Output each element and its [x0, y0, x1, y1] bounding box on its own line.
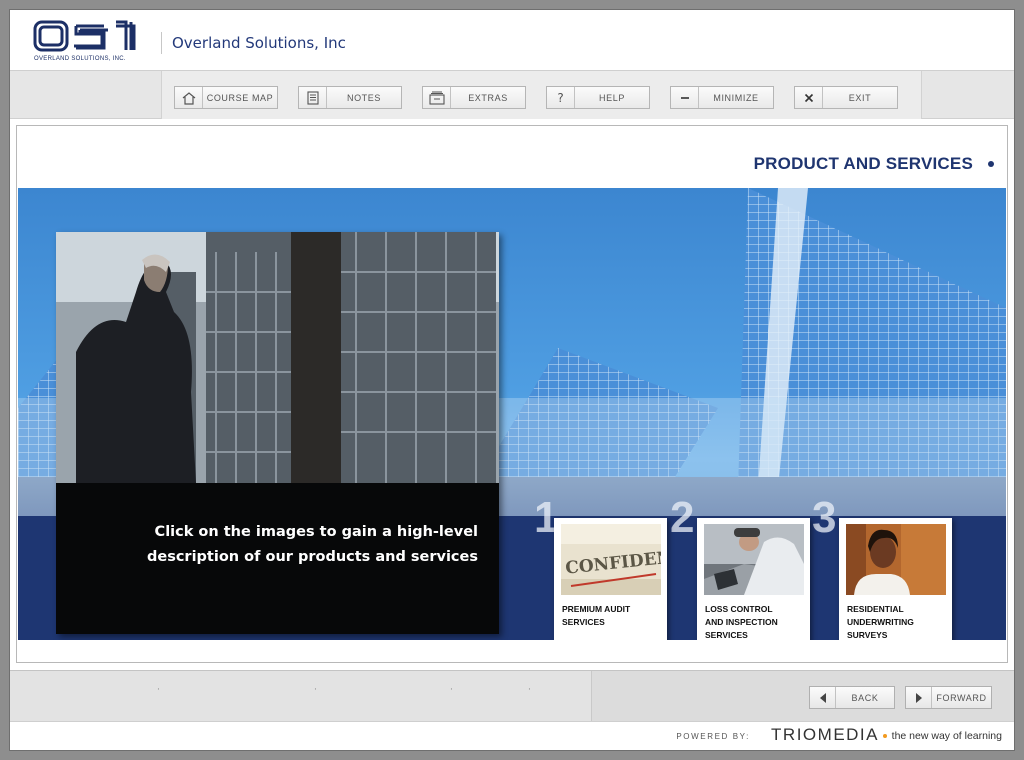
residential-underwriting-card[interactable]: RESIDENTIAL UNDERWRITING SURVEYS: [839, 518, 952, 640]
header: OVERLAND SOLUTIONS, INC. Overland Soluti…: [10, 10, 1014, 71]
card-1-line-2: SERVICES: [562, 617, 605, 627]
triomedia-logo: TRIOMEDIA: [771, 725, 879, 744]
inspector-image: [704, 524, 804, 595]
content-panel: PRODUCT AND SERVICES Click on the images…: [16, 125, 1008, 663]
extras-label: EXTRAS: [468, 92, 508, 103]
help-button[interactable]: ? HELP: [546, 86, 650, 109]
card-3-line-3: SURVEYS: [847, 630, 888, 640]
footer-progress-area: · · · ·: [10, 671, 592, 722]
progress-marker: ·: [450, 685, 453, 695]
card-3-line-2: UNDERWRITING: [847, 617, 914, 627]
skyline-banner: Click on the images to gain a high-level…: [18, 188, 1006, 640]
close-icon: [795, 87, 823, 108]
footer-nav: · · · · BACK FORWARD: [10, 670, 1014, 722]
document-icon: [299, 87, 327, 108]
arrow-left-icon: [810, 687, 836, 708]
arrow-right-icon: [906, 687, 932, 708]
residential-underwriting-label: RESIDENTIAL UNDERWRITING SURVEYS: [847, 603, 947, 640]
powered-by-label: POWERED BY:: [676, 732, 750, 741]
back-label: BACK: [851, 692, 879, 703]
page-title: PRODUCT AND SERVICES: [753, 154, 973, 173]
back-button[interactable]: BACK: [809, 686, 895, 709]
card-number-2: 2: [670, 493, 695, 542]
card-2-line-3: SERVICES: [705, 630, 748, 640]
intro-panel: Click on the images to gain a high-level…: [56, 232, 499, 634]
tagline: the new way of learning: [891, 730, 1002, 742]
help-label: HELP: [599, 92, 625, 103]
progress-marker: ·: [314, 685, 317, 695]
card-2-line-1: LOSS CONTROL: [705, 604, 773, 614]
card-2-line-2: AND INSPECTION: [705, 617, 778, 627]
exit-button[interactable]: EXIT: [794, 86, 898, 109]
app-window: OVERLAND SOLUTIONS, INC. Overland Soluti…: [9, 9, 1015, 751]
drawer-icon: [423, 87, 451, 108]
forward-label: FORWARD: [936, 692, 987, 703]
forward-button[interactable]: FORWARD: [905, 686, 992, 709]
card-number-3: 3: [812, 493, 837, 542]
woman-portrait-image: [846, 524, 946, 595]
loss-control-card[interactable]: LOSS CONTROL AND INSPECTION SERVICES: [697, 518, 810, 640]
exit-label: EXIT: [848, 92, 872, 103]
course-map-label: COURSE MAP: [206, 92, 274, 103]
intro-line-1: Click on the images to gain a high-level: [154, 524, 478, 540]
question-icon: ?: [547, 87, 575, 108]
header-divider: [161, 32, 162, 54]
minus-icon: [671, 87, 699, 108]
progress-marker: ·: [528, 685, 531, 695]
notes-label: NOTES: [346, 92, 381, 103]
premium-audit-label: PREMIUM AUDIT SERVICES: [562, 603, 662, 629]
intro-line-2: description of our products and services: [146, 549, 478, 565]
loss-control-label: LOSS CONTROL AND INSPECTION SERVICES: [705, 603, 805, 640]
intro-text: Click on the images to gain a high-level…: [98, 520, 478, 570]
premium-audit-card[interactable]: CONFIDEN PREMIUM AUDIT SERVICES: [554, 518, 667, 640]
brand-dot: [883, 734, 887, 738]
title-bullet: [988, 161, 994, 167]
toolbar: COURSE MAP NOTES EXTRAS ? HELP MINIMIZE …: [10, 71, 1014, 119]
minimize-label: MINIMIZE: [713, 92, 759, 103]
course-map-button[interactable]: COURSE MAP: [174, 86, 278, 109]
logo-subtitle: OVERLAND SOLUTIONS, INC.: [34, 56, 126, 62]
progress-marker: ·: [157, 685, 160, 695]
company-name: Overland Solutions, Inc: [172, 34, 346, 52]
notes-button[interactable]: NOTES: [298, 86, 402, 109]
powered-by-bar: POWERED BY: TRIOMEDIA the new way of lea…: [10, 721, 1014, 750]
card-1-line-1: PREMIUM AUDIT: [562, 604, 631, 614]
extras-button[interactable]: EXTRAS: [422, 86, 526, 109]
toolbar-button-group: COURSE MAP NOTES EXTRAS ? HELP MINIMIZE …: [161, 71, 922, 119]
confidential-stamp-image: CONFIDEN: [561, 524, 661, 595]
businessman-photo: [56, 232, 499, 483]
card-3-line-1: RESIDENTIAL: [847, 604, 904, 614]
home-icon: [175, 87, 203, 108]
minimize-button[interactable]: MINIMIZE: [670, 86, 774, 109]
